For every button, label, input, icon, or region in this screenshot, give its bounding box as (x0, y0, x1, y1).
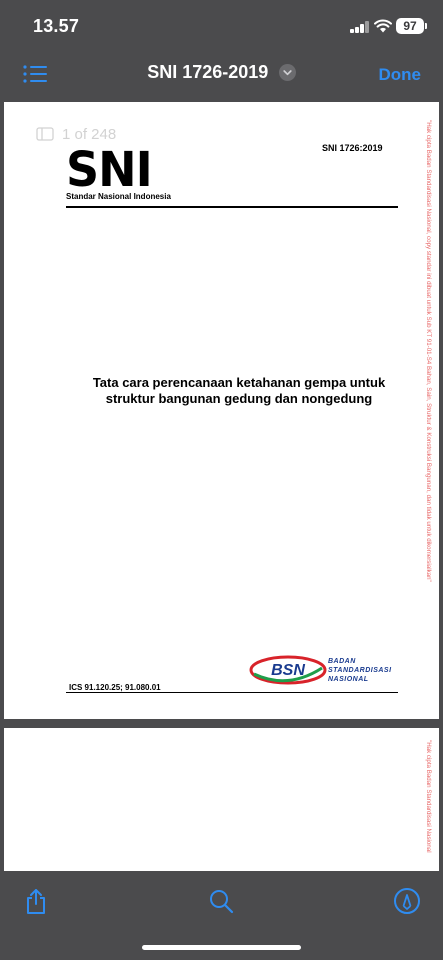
bsn-logo-text: BSN (271, 662, 305, 679)
markup-icon[interactable] (393, 887, 421, 915)
publisher-name-line-1: BADAN (328, 658, 356, 665)
nav-title-group: SNI 1726-2019 (0, 62, 443, 83)
home-indicator[interactable] (142, 945, 301, 950)
nav-bar: SNI 1726-2019 Done (0, 52, 443, 98)
battery-tip (425, 23, 427, 29)
publisher-name-line-2: STANDARDISASI (328, 667, 392, 674)
status-bar: 13.57 97 (0, 0, 443, 52)
status-time: 13.57 (33, 16, 80, 36)
sni-logo: SNI (66, 140, 153, 198)
sni-logo-subtitle: Standar Nasional Indonesia (66, 192, 171, 201)
chevron-down-icon[interactable] (278, 64, 296, 81)
done-button[interactable]: Done (379, 65, 422, 85)
publisher-name-line-3: NASIONAL (328, 676, 369, 683)
footer-divider (66, 692, 398, 693)
document-number: SNI 1726:2019 (322, 143, 383, 153)
battery-icon: 97 (396, 18, 424, 34)
search-icon[interactable] (207, 887, 235, 915)
document-main-title-line-1: Tata cara perencanaan ketahanan gempa un… (92, 375, 386, 390)
copyright-watermark: "Hak cipta Badan Standardisasi Nasional,… (422, 120, 434, 720)
pdf-page-1[interactable]: 1 of 248 SNI Standar Nasional Indonesia … (4, 102, 439, 719)
document-title: SNI 1726-2019 (147, 62, 269, 82)
document-main-title-line-2: struktur bangunan gedung dan nongedung (105, 391, 373, 406)
bsn-logo: BSN (249, 655, 327, 685)
copyright-watermark-text: "Hak cipta Badan Standardisasi Nasional,… (425, 120, 432, 582)
cellular-signal-icon (350, 21, 370, 33)
pdf-page-2[interactable]: "Hak cipta Badan Standardisasi Nasional (4, 728, 439, 871)
header-divider (66, 206, 398, 208)
list-icon[interactable] (22, 62, 48, 86)
ics-code: ICS 91.120.25; 91.080.01 (69, 683, 161, 692)
document-viewer[interactable]: 1 of 248 SNI Standar Nasional Indonesia … (0, 98, 443, 871)
wifi-icon (374, 19, 392, 33)
page-thumbnails-icon (36, 127, 54, 141)
share-icon[interactable] (22, 887, 50, 915)
copyright-watermark-page-2: "Hak cipta Badan Standardisasi Nasional (422, 740, 434, 871)
copyright-watermark-page-2-text: "Hak cipta Badan Standardisasi Nasional (425, 740, 432, 853)
